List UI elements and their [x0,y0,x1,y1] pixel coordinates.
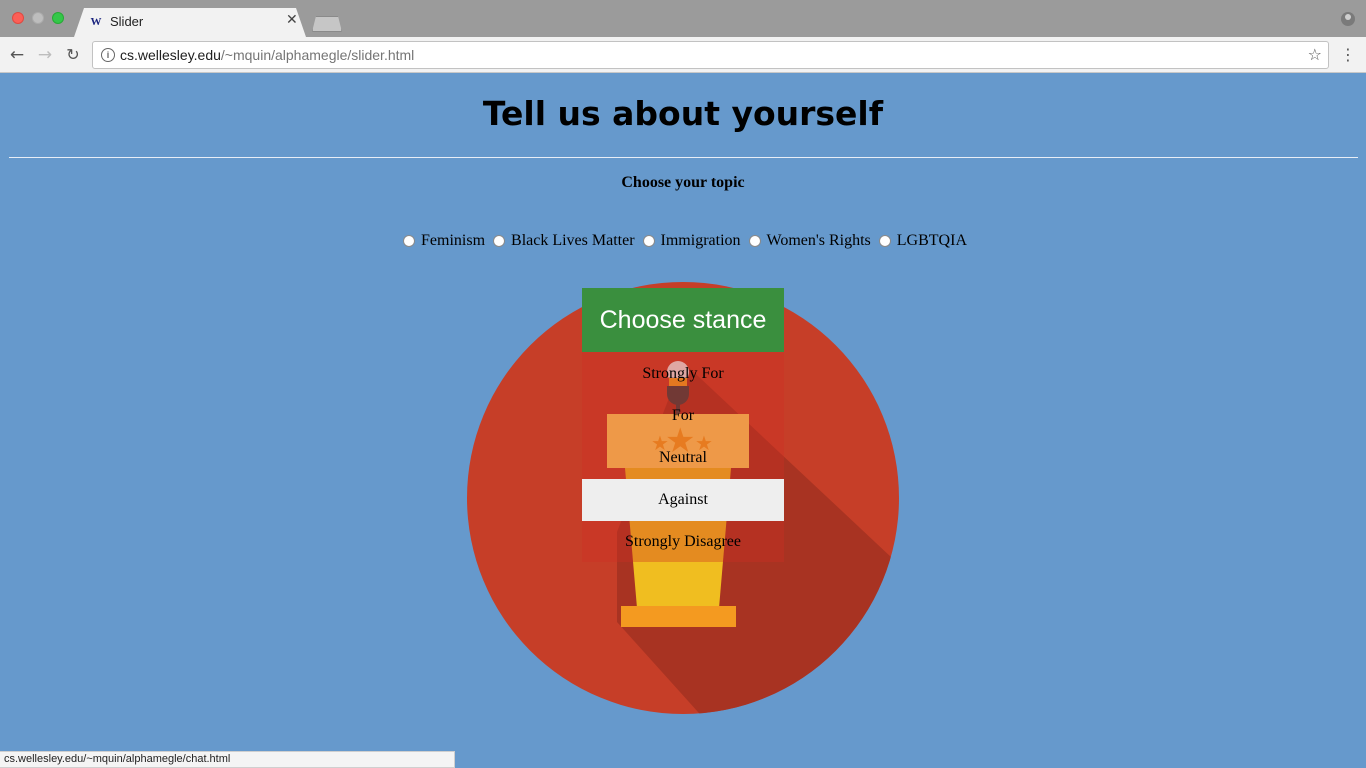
browser-titlebar: W Slider ✕ [0,0,1366,37]
close-window-button[interactable] [12,12,24,24]
reload-icon[interactable]: ↻ [62,44,84,66]
topic-label: Women's Rights [766,232,871,249]
favicon-icon: W [90,16,102,28]
url-text[interactable]: cs.wellesley.edu/~mquin/alphamegle/slide… [120,47,414,63]
status-bar-url: cs.wellesley.edu/~mquin/alphamegle/chat.… [0,751,455,768]
topic-option-feminism[interactable]: Feminism [399,232,485,250]
radio-button[interactable] [493,235,506,247]
back-arrow-icon[interactable]: ← [6,44,28,66]
info-icon[interactable]: i [101,48,115,62]
topic-label: LGBTQIA [896,232,967,249]
stance-option-for[interactable]: For [582,395,784,437]
radio-button[interactable] [748,235,761,247]
bookmark-star-icon[interactable]: ☆ [1308,45,1322,64]
tab-close-icon[interactable]: ✕ [286,12,298,28]
stance-option-strongly-for[interactable]: Strongly For [582,353,784,395]
url-path: /~mquin/alphamegle/slider.html [220,47,415,63]
stance-option-against[interactable]: Against [582,479,784,521]
stance-option-strongly-disagree[interactable]: Strongly Disagree [582,521,784,563]
topic-option-immigration[interactable]: Immigration [639,232,741,250]
topic-label: Feminism [421,232,486,249]
stance-header: Choose stance [582,288,784,352]
url-host: cs.wellesley.edu [120,47,221,63]
forward-arrow-icon[interactable]: → [34,44,56,66]
topic-option-womens-rights[interactable]: Women's Rights [745,232,871,250]
page-title: Tell us about yourself [482,94,884,133]
stance-option-neutral[interactable]: Neutral [582,437,784,479]
radio-button[interactable] [878,235,891,247]
browser-toolbar: ← → ↻ i cs.wellesley.edu/~mquin/alphameg… [0,37,1366,73]
podium-base [621,606,736,627]
menu-icon[interactable]: ⋮ [1340,47,1356,63]
topic-radio-group: Feminism Black Lives Matter Immigration … [0,232,1366,252]
radio-button[interactable] [642,235,655,247]
maximize-window-button[interactable] [52,12,64,24]
profile-icon[interactable] [1341,12,1355,26]
topic-label: Immigration [660,232,741,249]
browser-tab[interactable] [74,8,306,37]
address-bar[interactable]: i cs.wellesley.edu/~mquin/alphamegle/sli… [92,41,1329,69]
topic-option-lgbtqia[interactable]: LGBTQIA [875,232,967,250]
tab-title[interactable]: Slider [110,14,143,29]
divider [9,157,1358,158]
topic-heading: Choose your topic [621,174,745,191]
radio-button[interactable] [403,235,415,247]
topic-label: Black Lives Matter [511,232,635,249]
new-tab-button[interactable] [312,16,342,32]
topic-option-black-lives-matter[interactable]: Black Lives Matter [489,232,635,250]
minimize-window-button[interactable] [32,12,44,24]
